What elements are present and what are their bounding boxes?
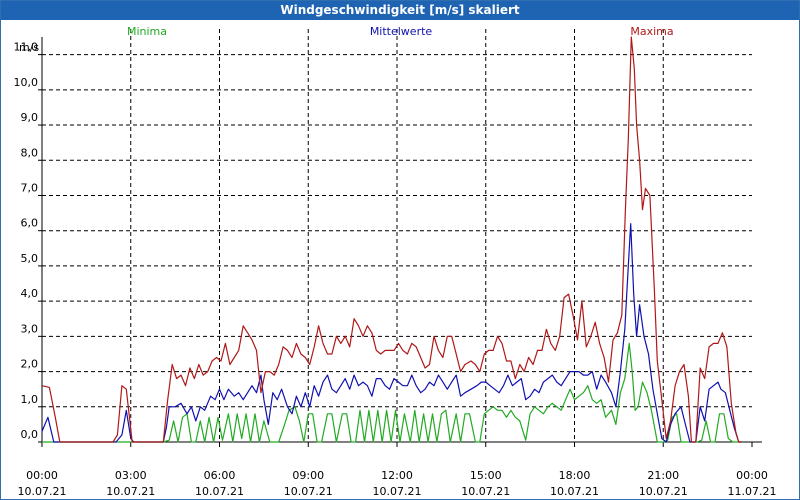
y-tick-label: 8,0 [21,146,39,159]
x-tick-date: 10.07.21 [639,485,688,498]
x-tick-time: 18:00 [559,469,591,482]
x-tick-time: 00:00 [736,469,768,482]
y-tick-label: 0,0 [21,428,39,441]
x-tick-time: 12:00 [381,469,413,482]
x-tick-time: 21:00 [647,469,679,482]
y-tick-label: 9,0 [21,111,39,124]
y-tick-label: 3,0 [21,322,39,335]
x-tick-time: 06:00 [204,469,236,482]
x-tick-time: 00:00 [26,469,58,482]
x-tick-date: 10.07.21 [550,485,599,498]
y-tick-label: 4,0 [21,287,39,300]
x-tick-date: 10.07.21 [373,485,422,498]
x-tick-date: 10.07.21 [461,485,510,498]
x-tick-date: 10.07.21 [284,485,333,498]
legend-mittelwerte: Mittelwerte [370,25,433,38]
y-tick-label: 10,0 [14,76,39,89]
x-tick-date: 11.07.21 [728,485,777,498]
chart-window: Windgeschwindigkeit [m/s] skaliert 0,0 1,… [0,0,800,500]
y-tick-label: 7,0 [21,181,39,194]
x-tick-time: 15:00 [470,469,502,482]
legend-minima: Minima [127,25,167,38]
x-tick-date: 10.07.21 [106,485,155,498]
x-tick-date: 10.07.21 [195,485,244,498]
series-line-maxima [41,36,742,443]
y-tick-label: 6,0 [21,217,39,230]
x-tick-time: 09:00 [292,469,324,482]
y-axis-label: m/s [19,41,39,54]
x-tick-time: 03:00 [115,469,147,482]
y-tick-label: 5,0 [21,252,39,265]
wind-speed-chart: 0,01,02,03,04,05,06,07,08,09,010,011,0m/… [14,25,777,498]
legend-maxima: Maxima [630,25,673,38]
y-tick-label: 1,0 [21,393,39,406]
y-tick-label: 2,0 [21,358,39,371]
x-tick-date: 10.07.21 [18,485,67,498]
series-line-minima [42,342,742,443]
